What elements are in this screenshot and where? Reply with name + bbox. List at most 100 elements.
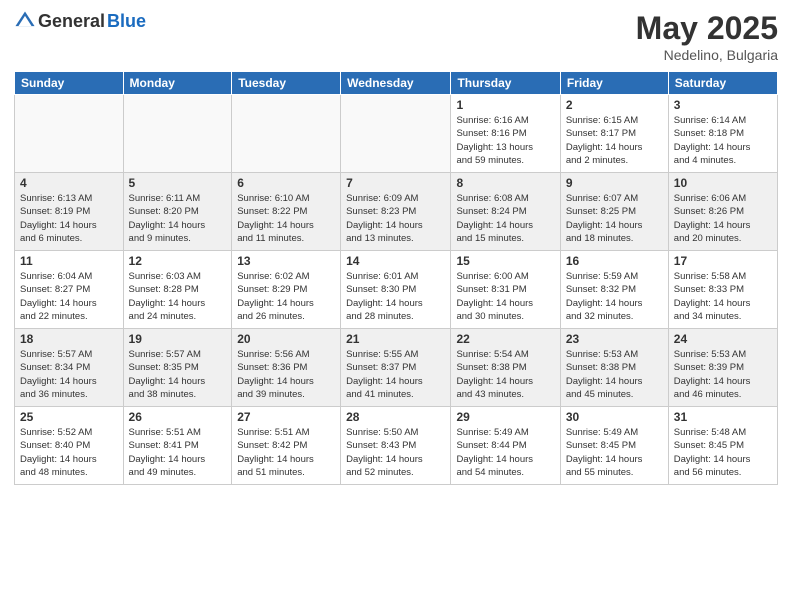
calendar-day-cell: 9 Sunrise: 6:07 AM Sunset: 8:25 PM Daylig… (560, 173, 668, 251)
day-number: 22 (456, 332, 554, 346)
calendar-week-row: 1 Sunrise: 6:16 AM Sunset: 8:16 PM Daylig… (15, 95, 778, 173)
day-number: 17 (674, 254, 772, 268)
day-info: Sunrise: 6:08 AM Sunset: 8:24 PM Dayligh… (456, 192, 554, 245)
day-number: 12 (129, 254, 227, 268)
logo: General Blue (14, 10, 146, 32)
day-info: Sunrise: 5:51 AM Sunset: 8:41 PM Dayligh… (129, 426, 227, 479)
day-number: 15 (456, 254, 554, 268)
day-info: Sunrise: 6:04 AM Sunset: 8:27 PM Dayligh… (20, 270, 118, 323)
col-tuesday: Tuesday (232, 72, 341, 95)
calendar-week-row: 11 Sunrise: 6:04 AM Sunset: 8:27 PM Dayli… (15, 251, 778, 329)
calendar-header-row: Sunday Monday Tuesday Wednesday Thursday… (15, 72, 778, 95)
month-title: May 2025 (636, 10, 778, 47)
day-info: Sunrise: 6:16 AM Sunset: 8:16 PM Dayligh… (456, 114, 554, 167)
logo-blue-text: Blue (107, 11, 146, 32)
calendar-day-cell (341, 95, 451, 173)
day-info: Sunrise: 5:59 AM Sunset: 8:32 PM Dayligh… (566, 270, 663, 323)
day-number: 9 (566, 176, 663, 190)
calendar-day-cell: 21 Sunrise: 5:55 AM Sunset: 8:37 PM Dayli… (341, 329, 451, 407)
col-saturday: Saturday (668, 72, 777, 95)
calendar-table: Sunday Monday Tuesday Wednesday Thursday… (14, 71, 778, 485)
day-number: 3 (674, 98, 772, 112)
day-info: Sunrise: 6:00 AM Sunset: 8:31 PM Dayligh… (456, 270, 554, 323)
day-number: 7 (346, 176, 445, 190)
day-info: Sunrise: 6:06 AM Sunset: 8:26 PM Dayligh… (674, 192, 772, 245)
day-number: 1 (456, 98, 554, 112)
calendar-day-cell: 31Sunrise: 5:48 AM Sunset: 8:45 PM Dayli… (668, 407, 777, 485)
day-number: 26 (129, 410, 227, 424)
day-info: Sunrise: 5:55 AM Sunset: 8:37 PM Dayligh… (346, 348, 445, 401)
calendar-week-row: 4Sunrise: 6:13 AM Sunset: 8:19 PM Daylig… (15, 173, 778, 251)
day-info: Sunrise: 6:10 AM Sunset: 8:22 PM Dayligh… (237, 192, 335, 245)
col-sunday: Sunday (15, 72, 124, 95)
day-info: Sunrise: 6:14 AM Sunset: 8:18 PM Dayligh… (674, 114, 772, 167)
calendar-day-cell: 5 Sunrise: 6:11 AM Sunset: 8:20 PM Daylig… (123, 173, 232, 251)
day-number: 8 (456, 176, 554, 190)
day-number: 21 (346, 332, 445, 346)
calendar-day-cell (123, 95, 232, 173)
day-info: Sunrise: 5:48 AM Sunset: 8:45 PM Dayligh… (674, 426, 772, 479)
day-info: Sunrise: 5:57 AM Sunset: 8:34 PM Dayligh… (20, 348, 118, 401)
calendar-day-cell: 4Sunrise: 6:13 AM Sunset: 8:19 PM Daylig… (15, 173, 124, 251)
calendar-day-cell (232, 95, 341, 173)
calendar-day-cell: 10 Sunrise: 6:06 AM Sunset: 8:26 PM Dayli… (668, 173, 777, 251)
day-info: Sunrise: 5:57 AM Sunset: 8:35 PM Dayligh… (129, 348, 227, 401)
day-info: Sunrise: 5:50 AM Sunset: 8:43 PM Dayligh… (346, 426, 445, 479)
calendar-day-cell: 11 Sunrise: 6:04 AM Sunset: 8:27 PM Dayli… (15, 251, 124, 329)
day-info: Sunrise: 6:09 AM Sunset: 8:23 PM Dayligh… (346, 192, 445, 245)
calendar-day-cell: 29Sunrise: 5:49 AM Sunset: 8:44 PM Dayli… (451, 407, 560, 485)
calendar-day-cell: 17 Sunrise: 5:58 AM Sunset: 8:33 PM Dayli… (668, 251, 777, 329)
day-number: 27 (237, 410, 335, 424)
day-number: 25 (20, 410, 118, 424)
day-number: 24 (674, 332, 772, 346)
day-number: 10 (674, 176, 772, 190)
logo-general-text: General (38, 11, 105, 32)
day-info: Sunrise: 5:54 AM Sunset: 8:38 PM Dayligh… (456, 348, 554, 401)
day-info: Sunrise: 5:49 AM Sunset: 8:45 PM Dayligh… (566, 426, 663, 479)
calendar-day-cell (15, 95, 124, 173)
calendar-week-row: 18 Sunrise: 5:57 AM Sunset: 8:34 PM Dayli… (15, 329, 778, 407)
logo-icon (14, 10, 36, 32)
calendar-day-cell: 26 Sunrise: 5:51 AM Sunset: 8:41 PM Dayli… (123, 407, 232, 485)
calendar-day-cell: 28Sunrise: 5:50 AM Sunset: 8:43 PM Dayli… (341, 407, 451, 485)
day-info: Sunrise: 6:15 AM Sunset: 8:17 PM Dayligh… (566, 114, 663, 167)
day-info: Sunrise: 6:03 AM Sunset: 8:28 PM Dayligh… (129, 270, 227, 323)
page-header: General Blue May 2025 Nedelino, Bulgaria (14, 10, 778, 63)
day-info: Sunrise: 5:53 AM Sunset: 8:38 PM Dayligh… (566, 348, 663, 401)
day-number: 4 (20, 176, 118, 190)
location-text: Nedelino, Bulgaria (636, 47, 778, 63)
day-number: 16 (566, 254, 663, 268)
calendar-day-cell: 6Sunrise: 6:10 AM Sunset: 8:22 PM Daylig… (232, 173, 341, 251)
day-number: 20 (237, 332, 335, 346)
day-number: 5 (129, 176, 227, 190)
day-info: Sunrise: 6:02 AM Sunset: 8:29 PM Dayligh… (237, 270, 335, 323)
col-thursday: Thursday (451, 72, 560, 95)
col-wednesday: Wednesday (341, 72, 451, 95)
day-number: 13 (237, 254, 335, 268)
day-info: Sunrise: 6:01 AM Sunset: 8:30 PM Dayligh… (346, 270, 445, 323)
day-number: 14 (346, 254, 445, 268)
day-number: 11 (20, 254, 118, 268)
day-info: Sunrise: 5:58 AM Sunset: 8:33 PM Dayligh… (674, 270, 772, 323)
day-number: 23 (566, 332, 663, 346)
calendar-day-cell: 18 Sunrise: 5:57 AM Sunset: 8:34 PM Dayli… (15, 329, 124, 407)
calendar-day-cell: 13 Sunrise: 6:02 AM Sunset: 8:29 PM Dayli… (232, 251, 341, 329)
calendar-day-cell: 16 Sunrise: 5:59 AM Sunset: 8:32 PM Dayli… (560, 251, 668, 329)
day-number: 18 (20, 332, 118, 346)
calendar-day-cell: 23 Sunrise: 5:53 AM Sunset: 8:38 PM Dayli… (560, 329, 668, 407)
day-info: Sunrise: 5:51 AM Sunset: 8:42 PM Dayligh… (237, 426, 335, 479)
day-info: Sunrise: 5:56 AM Sunset: 8:36 PM Dayligh… (237, 348, 335, 401)
calendar-day-cell: 19Sunrise: 5:57 AM Sunset: 8:35 PM Dayli… (123, 329, 232, 407)
calendar-day-cell: 8 Sunrise: 6:08 AM Sunset: 8:24 PM Daylig… (451, 173, 560, 251)
calendar-day-cell: 3 Sunrise: 6:14 AM Sunset: 8:18 PM Daylig… (668, 95, 777, 173)
day-info: Sunrise: 6:11 AM Sunset: 8:20 PM Dayligh… (129, 192, 227, 245)
day-number: 29 (456, 410, 554, 424)
calendar-day-cell: 30Sunrise: 5:49 AM Sunset: 8:45 PM Dayli… (560, 407, 668, 485)
calendar-day-cell: 25Sunrise: 5:52 AM Sunset: 8:40 PM Dayli… (15, 407, 124, 485)
col-friday: Friday (560, 72, 668, 95)
calendar-week-row: 25Sunrise: 5:52 AM Sunset: 8:40 PM Dayli… (15, 407, 778, 485)
calendar-day-cell: 20 Sunrise: 5:56 AM Sunset: 8:36 PM Dayli… (232, 329, 341, 407)
day-info: Sunrise: 6:07 AM Sunset: 8:25 PM Dayligh… (566, 192, 663, 245)
calendar-day-cell: 22 Sunrise: 5:54 AM Sunset: 8:38 PM Dayli… (451, 329, 560, 407)
calendar-day-cell: 12 Sunrise: 6:03 AM Sunset: 8:28 PM Dayli… (123, 251, 232, 329)
